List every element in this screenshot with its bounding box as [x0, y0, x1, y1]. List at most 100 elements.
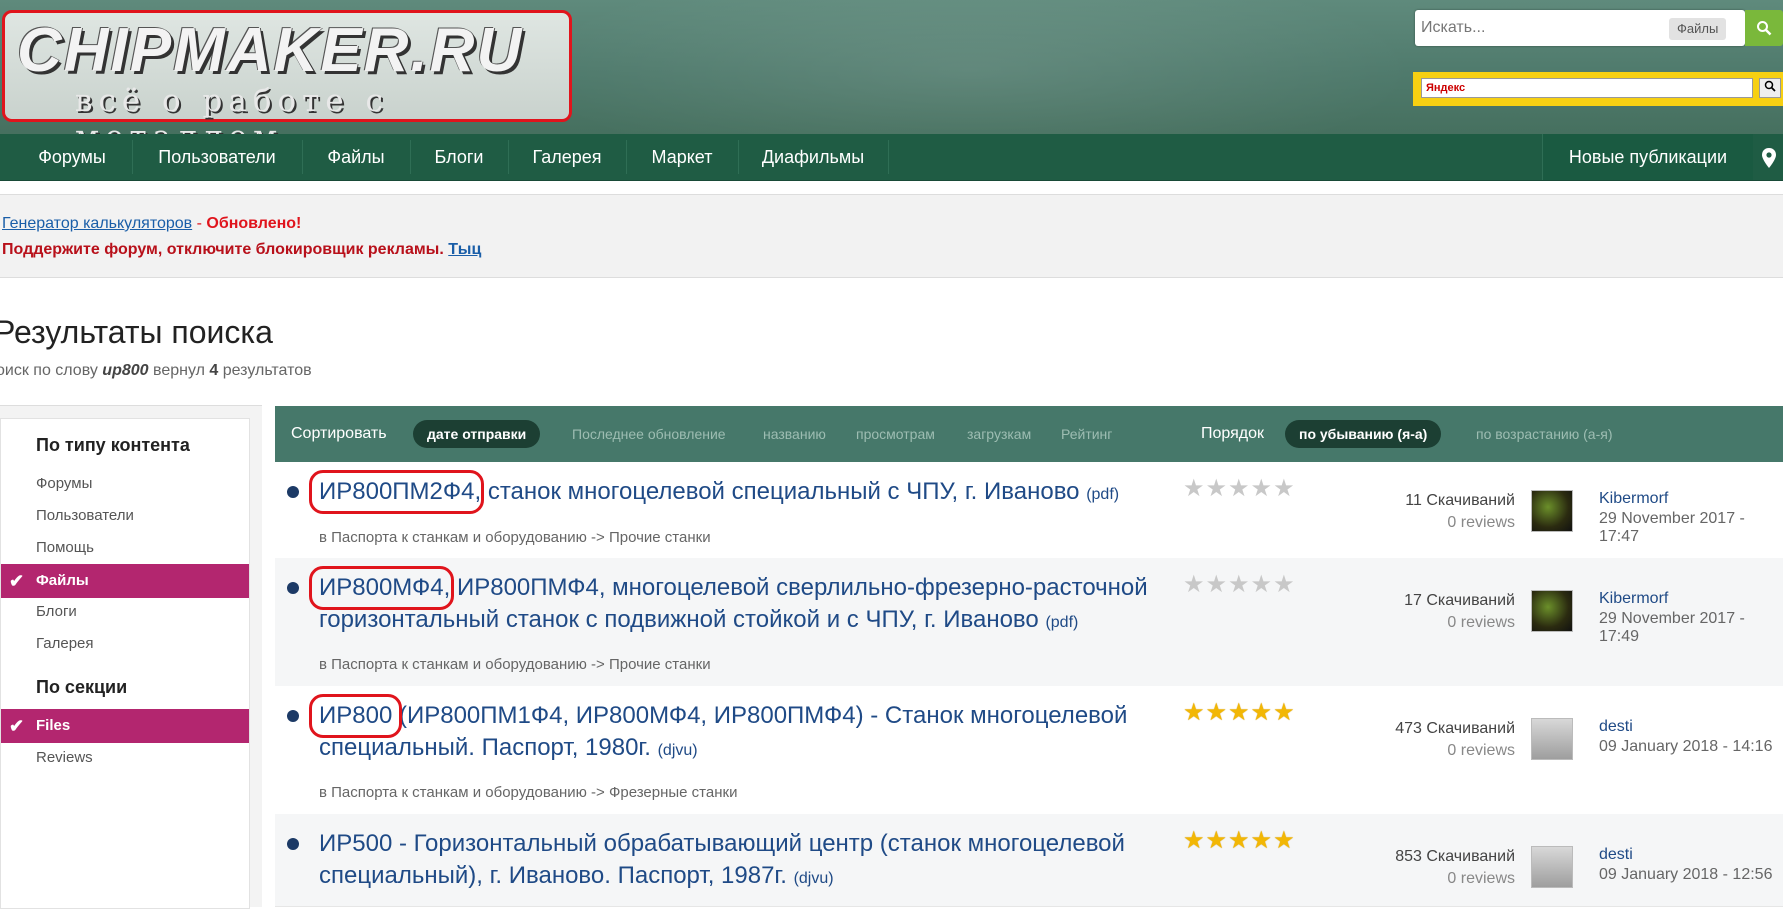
star-filled-icon: ★ [1183, 827, 1206, 854]
download-count: 17 Скачиваний [1404, 592, 1515, 609]
avatar[interactable] [1531, 846, 1573, 888]
star-empty-icon: ★ [1205, 475, 1229, 502]
unread-bullet-icon [287, 838, 299, 850]
order-descending-active[interactable]: по убыванию (я-а) [1285, 420, 1442, 448]
search-button[interactable] [1745, 10, 1783, 46]
site-logo[interactable]: CHIPMAKER.RU всё о работе с металлом [2, 10, 572, 134]
result-title-text-line2[interactable]: специальный), г. Иваново. Паспорт, 1987г… [319, 862, 787, 889]
result-category[interactable]: в Паспорта к станкам и оборудованию -> Ф… [319, 784, 737, 801]
sort-by-last-update[interactable]: Последнее обновление [572, 406, 726, 462]
result-category[interactable]: в Паспорта к станкам и оборудованию -> П… [319, 529, 711, 546]
avatar[interactable] [1531, 490, 1573, 532]
filter-type-files-label: Файлы [36, 572, 89, 589]
star-empty-icon: ★ [1228, 571, 1251, 598]
result-title-text[interactable]: ИР500 - Горизонтальный обрабатывающий це… [319, 830, 1125, 857]
nav-item-filmstrips[interactable]: Диафильмы [740, 134, 886, 180]
rating-stars: ★★★★★ [1183, 474, 1296, 503]
search-summary-prefix: оиск по слову [0, 362, 103, 379]
result-title[interactable]: ИР800МФ4, ИР800ПМФ4, многоцелевой сверли… [309, 566, 1179, 639]
nav-item-users[interactable]: Пользователи [134, 134, 300, 180]
yandex-search-input[interactable]: Яндекс [1421, 78, 1753, 98]
main-nav: Форумы Пользователи Файлы Блоги Галерея … [0, 134, 1783, 181]
logo-title: CHIPMAKER.RU [17, 16, 524, 85]
filter-type-forums[interactable]: Форумы [36, 475, 92, 492]
result-title-highlight[interactable]: ИР800ПМ2Ф4 [308, 470, 486, 514]
result-title-text-line2[interactable]: специальный. Паспорт, 1980г. [319, 734, 651, 761]
search-input[interactable]: Искать... [1421, 10, 1661, 46]
author-link[interactable]: Kibermorf [1599, 590, 1668, 608]
star-filled-icon: ★ [1273, 827, 1296, 854]
author-link[interactable]: desti [1599, 846, 1633, 864]
nav-divider [626, 140, 627, 174]
order-ascending[interactable]: по возрастанию (а-я) [1476, 406, 1613, 462]
star-filled-icon: ★ [1228, 827, 1251, 854]
download-count: 11 Скачиваний [1405, 492, 1515, 509]
filter-section-files-label: Files [36, 717, 71, 734]
star-empty-icon: ★ [1183, 475, 1206, 502]
star-filled-icon: ★ [1250, 699, 1274, 726]
author-link[interactable]: Kibermorf [1599, 490, 1668, 508]
new-publications-link[interactable]: Новые публикации [1542, 134, 1753, 180]
result-row: ИР500 - Горизонтальный обрабатывающий це… [275, 814, 1783, 907]
adblock-link[interactable]: Тыц [448, 241, 481, 258]
post-date: 09 January 2018 - 14:16 [1599, 738, 1773, 755]
star-filled-icon: ★ [1228, 699, 1251, 726]
result-title-text[interactable]: (ИР800ПМ1Ф4, ИР800МФ4, ИР800ПМФ4) - Стан… [392, 702, 1127, 729]
result-title[interactable]: ИР800ПМ2Ф4, станок многоцелевой специаль… [308, 470, 1179, 514]
yandex-search: Яндекс [1413, 72, 1783, 106]
filter-type-help[interactable]: Помощь [36, 539, 94, 556]
sort-by-name[interactable]: названию [763, 406, 826, 462]
filter-type-gallery[interactable]: Галерея [36, 635, 94, 652]
search-scope-button[interactable]: Файлы [1669, 18, 1727, 40]
nav-item-files[interactable]: Файлы [304, 134, 408, 180]
filter-type-users[interactable]: Пользователи [36, 507, 134, 524]
map-pin-icon[interactable] [1762, 148, 1776, 168]
nav-divider [738, 140, 739, 174]
nav-item-gallery[interactable]: Галерея [510, 134, 624, 180]
calculator-generator-link[interactable]: Генератор калькуляторов [2, 215, 192, 232]
filter-section-files-active[interactable]: ✔ Files [1, 709, 249, 743]
result-title-highlight[interactable]: ИР800МФ4 [309, 566, 454, 610]
sort-by-downloads[interactable]: загрузкам [967, 406, 1031, 462]
result-title-highlight[interactable]: ИР800 [308, 694, 403, 738]
filter-panel: По типу контента Форумы Пользователи Пом… [0, 418, 250, 909]
sort-by-date-active[interactable]: дате отправки [413, 420, 541, 448]
sort-by-rating[interactable]: Рейтинг [1061, 406, 1112, 462]
nav-item-market[interactable]: Маркет [628, 134, 736, 180]
yandex-search-button[interactable] [1759, 78, 1781, 98]
page-title: Результаты поиска [0, 314, 273, 350]
star-empty-icon: ★ [1205, 571, 1229, 598]
filter-type-blogs[interactable]: Блоги [36, 603, 77, 620]
content-type-heading: По типу контента [36, 435, 190, 455]
result-format: (djvu) [657, 742, 698, 759]
updated-label: Обновлено! [206, 215, 302, 232]
result-row: ИР800 (ИР800ПМ1Ф4, ИР800МФ4, ИР800ПМФ4) … [275, 686, 1783, 815]
result-title-text[interactable]: , станок многоцелевой специальный с ЧПУ,… [474, 478, 1079, 505]
result-format: (djvu) [793, 870, 834, 887]
nav-item-blogs[interactable]: Блоги [412, 134, 506, 180]
result-format: (pdf) [1045, 614, 1079, 631]
avatar[interactable] [1531, 590, 1573, 632]
download-count: 853 Скачиваний [1395, 848, 1515, 865]
nav-divider [132, 140, 133, 174]
filter-section-reviews[interactable]: Reviews [36, 749, 93, 766]
author-link[interactable]: desti [1599, 718, 1633, 736]
nav-item-forums[interactable]: Форумы [14, 134, 130, 180]
section-heading: По секции [36, 677, 128, 697]
search-query: ир800 [102, 362, 149, 379]
result-count: 4 [209, 362, 219, 379]
results-panel: Сортировать дате отправки Последнее обно… [275, 406, 1783, 907]
rating-stars: ★★★★★ [1183, 698, 1296, 727]
sort-bar: Сортировать дате отправки Последнее обно… [275, 406, 1783, 462]
result-format: (pdf) [1086, 486, 1120, 503]
unread-bullet-icon [287, 582, 299, 594]
filter-type-files-active[interactable]: ✔ Файлы [1, 564, 249, 598]
avatar[interactable] [1531, 718, 1573, 760]
result-title[interactable]: ИР500 - Горизонтальный обрабатывающий це… [319, 828, 1179, 895]
unread-bullet-icon [287, 710, 299, 722]
result-category[interactable]: в Паспорта к станкам и оборудованию -> П… [319, 656, 711, 673]
result-title-text-line2[interactable]: горизонтальный станок с подвижной стойко… [319, 606, 1039, 633]
result-title-text[interactable]: , ИР800ПМФ4, многоцелевой сверлильно-фре… [444, 574, 1148, 601]
sort-by-views[interactable]: просмотрам [856, 406, 935, 462]
result-title[interactable]: ИР800 (ИР800ПМ1Ф4, ИР800МФ4, ИР800ПМФ4) … [308, 694, 1179, 767]
